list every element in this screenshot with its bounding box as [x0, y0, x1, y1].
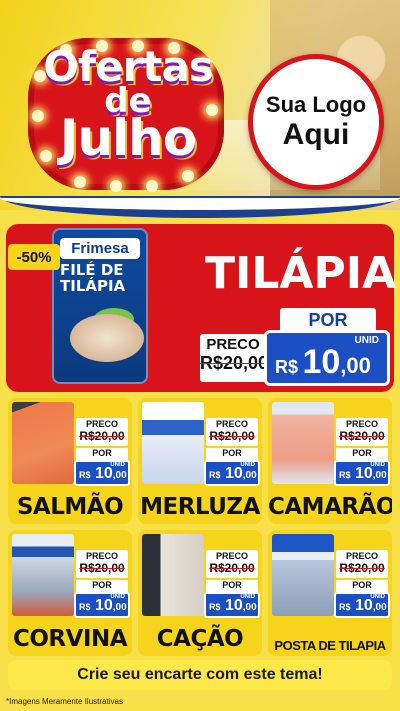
- price-decimal: ,00: [242, 470, 257, 481]
- por-label: POR: [206, 448, 258, 460]
- price-integer: 10: [94, 465, 113, 482]
- old-price: R$20,00: [79, 429, 125, 443]
- product-card[interactable]: PRECO R$20,00 POR UNID R$ 10,00 MERLUZA: [138, 398, 262, 524]
- old-price: R$20,00: [200, 353, 269, 373]
- old-price-box: PRECO R$20,00: [336, 418, 388, 446]
- disclaimer-note: *Imagens Meramente Ilustrativas: [0, 694, 400, 711]
- old-price-box: PRECO R$20,00: [206, 550, 258, 578]
- featured-price: R$ 10,00: [275, 343, 371, 382]
- preco-label: PRECO: [206, 336, 260, 353]
- product-package-image: Frimesa FILÉ DE TILÁPIA: [52, 228, 148, 384]
- product-card[interactable]: PRECO R$20,00 POR UNID R$ 10,00 POSTA DE…: [268, 530, 392, 656]
- product-card[interactable]: PRECO R$20,00 POR UNID R$ 10,00 CAÇÃO: [138, 530, 262, 656]
- product-card[interactable]: PRECO R$20,00 POR UNID R$ 10,00 CAMARÃO: [268, 398, 392, 524]
- currency-symbol: R$: [209, 602, 221, 612]
- product-name: CAÇÃO: [156, 626, 244, 652]
- product-image: [142, 402, 204, 484]
- featured-product-title: TILÁPIA: [205, 248, 397, 299]
- featured-price-tag: UNID R$ 10,00: [264, 330, 390, 386]
- old-price: R$20,00: [209, 561, 255, 575]
- price: R$ 10,00: [209, 465, 257, 483]
- por-label: POR: [336, 580, 388, 592]
- old-price: R$20,00: [79, 561, 125, 575]
- price: R$ 10,00: [339, 465, 387, 483]
- title-line-3: Julho: [59, 109, 197, 168]
- price-tag: UNID R$ 10,00: [74, 460, 130, 486]
- old-price: R$20,00: [339, 561, 385, 575]
- price-decimal: ,00: [112, 470, 127, 481]
- logo-line-1: Sua Logo: [265, 92, 367, 117]
- page-title: Ofertas de Julho: [30, 46, 226, 168]
- price-decimal: ,00: [372, 602, 387, 613]
- light-bulb: [74, 176, 86, 188]
- price-decimal: ,00: [372, 470, 387, 481]
- currency-symbol: R$: [79, 602, 91, 612]
- product-image: [12, 402, 74, 484]
- preco-label: PRECO: [215, 551, 248, 561]
- preco-label: PRECO: [345, 419, 378, 429]
- light-bulb: [146, 180, 158, 192]
- fillet-image: [70, 314, 144, 362]
- package-name: FILÉ DE TILÁPIA: [60, 261, 126, 295]
- price-decimal: ,00: [112, 602, 127, 613]
- old-price: R$20,00: [339, 429, 385, 443]
- price: R$ 10,00: [79, 597, 127, 615]
- price-tag: UNID R$ 10,00: [204, 592, 260, 618]
- price-tag: UNID R$ 10,00: [334, 592, 390, 618]
- old-price-box: PRECO R$20,00: [200, 334, 269, 382]
- product-image: [272, 534, 334, 616]
- product-name: CORVINA: [12, 626, 128, 652]
- product-name: CAMARÃO: [268, 494, 392, 520]
- price-tag: UNID R$ 10,00: [334, 460, 390, 486]
- old-price: R$20,00: [209, 429, 255, 443]
- product-name: MERLUZA: [140, 494, 260, 520]
- price-decimal: ,00: [340, 353, 371, 378]
- currency-symbol: R$: [79, 470, 91, 480]
- por-label: POR: [76, 580, 128, 592]
- price-integer: 10: [94, 597, 113, 614]
- currency-symbol: R$: [209, 470, 221, 480]
- por-label: POR: [336, 448, 388, 460]
- price: R$ 10,00: [209, 597, 257, 615]
- price-integer: 10: [354, 597, 373, 614]
- product-card[interactable]: PRECO R$20,00 POR UNID R$ 10,00 SALMÃO: [8, 398, 132, 524]
- price: R$ 10,00: [339, 597, 387, 615]
- currency-symbol: R$: [339, 470, 351, 480]
- product-card[interactable]: PRECO R$20,00 POR UNID R$ 10,00 CORVINA: [8, 530, 132, 656]
- price-tag: UNID R$ 10,00: [74, 592, 130, 618]
- old-price-box: PRECO R$20,00: [76, 418, 128, 446]
- preco-label: PRECO: [215, 419, 248, 429]
- old-price-box: PRECO R$20,00: [206, 418, 258, 446]
- product-name: SALMÃO: [16, 494, 124, 520]
- price: R$ 10,00: [79, 465, 127, 483]
- cta-banner[interactable]: Crie seu encarte com este tema!: [8, 660, 392, 690]
- currency-symbol: R$: [275, 357, 299, 377]
- preco-label: PRECO: [345, 551, 378, 561]
- product-image: [12, 534, 74, 616]
- price-decimal: ,00: [242, 602, 257, 613]
- product-name: POSTA DE TILAPIA: [274, 637, 386, 653]
- price-integer: 10: [224, 597, 243, 614]
- price-tag: UNID R$ 10,00: [204, 460, 260, 486]
- logo-placeholder[interactable]: Sua Logo Aqui: [248, 54, 384, 190]
- preco-label: PRECO: [85, 419, 118, 429]
- light-bulb: [110, 180, 122, 192]
- price-integer: 10: [224, 465, 243, 482]
- preco-label: PRECO: [85, 551, 118, 561]
- discount-badge: -50%: [8, 244, 60, 270]
- logo-line-2: Aqui: [282, 118, 350, 151]
- product-image: [272, 402, 334, 484]
- package-brand: Frimesa: [60, 238, 140, 259]
- currency-symbol: R$: [339, 602, 351, 612]
- old-price-box: PRECO R$20,00: [336, 550, 388, 578]
- product-image: [142, 534, 204, 616]
- por-label: POR: [206, 580, 258, 592]
- price-integer: 10: [354, 465, 373, 482]
- old-price-box: PRECO R$20,00: [76, 550, 128, 578]
- price-integer: 10: [302, 343, 341, 381]
- light-bulb: [182, 170, 194, 182]
- por-label: POR: [76, 448, 128, 460]
- por-label: POR: [280, 308, 376, 332]
